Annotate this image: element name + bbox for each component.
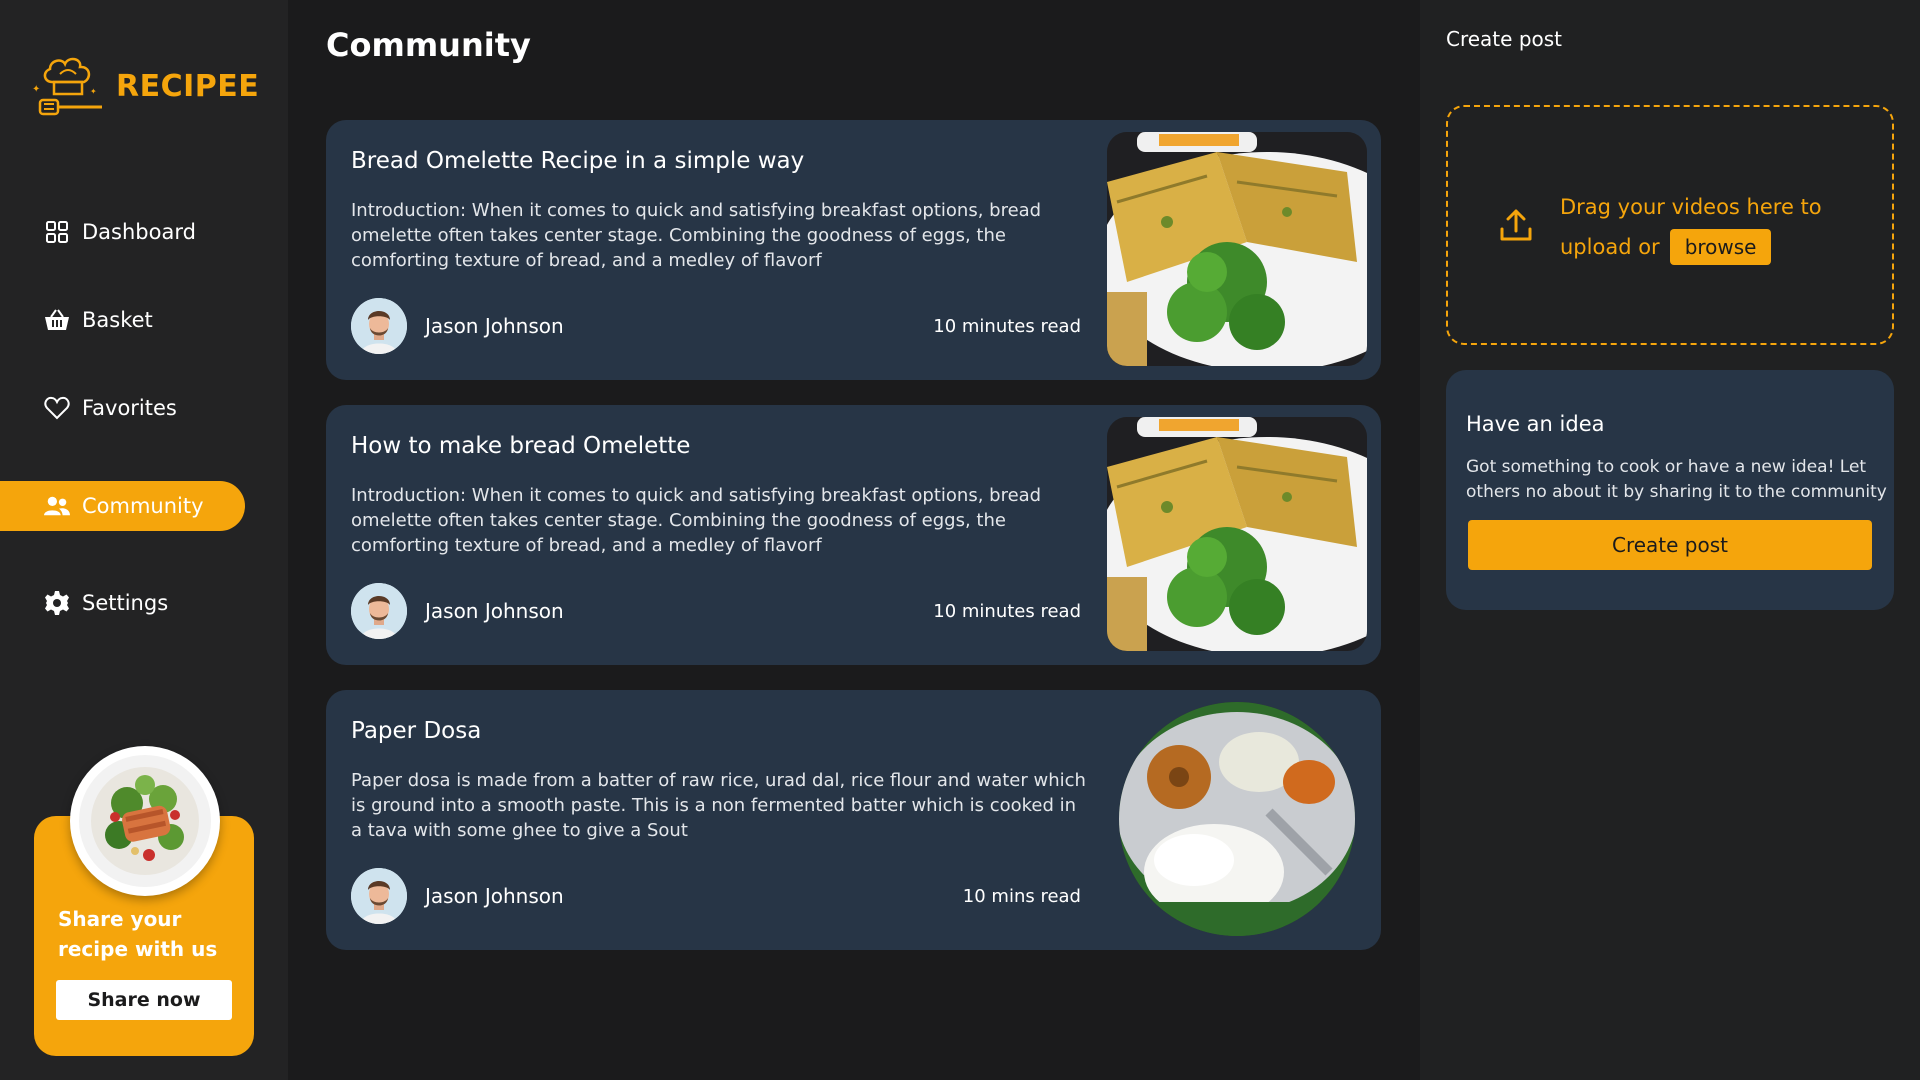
sidebar-item-favorites[interactable]: Favorites xyxy=(0,383,245,433)
post-author[interactable]: Jason Johnson xyxy=(351,298,564,354)
gear-icon xyxy=(44,590,70,616)
post-card[interactable]: Bread Omelette Recipe in a simple way In… xyxy=(326,120,1381,380)
post-title[interactable]: Paper Dosa xyxy=(351,718,481,744)
idea-description: Got something to cook or have a new idea… xyxy=(1466,457,1887,502)
sidebar-item-label: Basket xyxy=(82,308,153,332)
create-post-panel: Create post Drag your videos here to upl… xyxy=(1420,0,1920,1080)
post-excerpt: Introduction: When it comes to quick and… xyxy=(351,485,1042,556)
post-title[interactable]: How to make bread Omelette xyxy=(351,433,690,459)
read-time: 10 minutes read xyxy=(933,316,1081,337)
avatar xyxy=(351,868,407,924)
heart-icon xyxy=(44,395,70,421)
idli-vada-plate-image xyxy=(1119,702,1355,936)
sidebar-item-dashboard[interactable]: Dashboard xyxy=(0,207,245,257)
read-time: 10 minutes read xyxy=(933,601,1081,622)
brand-name: RECIPEE xyxy=(116,68,260,104)
avatar xyxy=(351,583,407,639)
post-excerpt: Introduction: When it comes to quick and… xyxy=(351,200,1042,271)
read-time: 10 mins read xyxy=(962,886,1081,907)
sidebar-item-label: Favorites xyxy=(82,396,177,420)
bread-omelette-image xyxy=(1107,132,1367,366)
post-author[interactable]: Jason Johnson xyxy=(351,583,564,639)
salmon-salad-plate-image xyxy=(70,746,220,896)
promo-text: Share your recipe with us xyxy=(58,907,218,961)
sidebar-item-label: Dashboard xyxy=(82,220,196,244)
sidebar-item-label: Community xyxy=(82,494,204,518)
bread-omelette-image xyxy=(1107,417,1367,651)
post-card[interactable]: Paper Dosa Paper dosa is made from a bat… xyxy=(326,690,1381,950)
author-name: Jason Johnson xyxy=(425,599,564,623)
idea-title: Have an idea xyxy=(1466,412,1605,436)
app: ✦ ✦ RECIPEE Dashboard Basket Favorites C… xyxy=(0,0,1920,1080)
panel-title: Create post xyxy=(1446,27,1563,51)
page-title: Community xyxy=(326,26,531,64)
post-excerpt: Paper dosa is made from a batter of raw … xyxy=(351,770,1086,841)
sidebar: ✦ ✦ RECIPEE Dashboard Basket Favorites C… xyxy=(0,0,288,1080)
upload-icon xyxy=(1500,209,1532,241)
dropzone-instructions: Drag your videos here to upload or browse xyxy=(1560,187,1860,267)
avatar xyxy=(351,298,407,354)
chef-hat-logo-icon: ✦ ✦ xyxy=(32,57,102,116)
sidebar-item-basket[interactable]: Basket xyxy=(0,295,245,345)
have-an-idea-card: Have an idea Got something to cook or ha… xyxy=(1446,370,1894,610)
grid-icon xyxy=(44,219,70,245)
share-now-button[interactable]: Share now xyxy=(56,980,232,1020)
browse-button[interactable]: browse xyxy=(1669,229,1772,265)
sidebar-item-label: Settings xyxy=(82,591,169,615)
svg-text:✦: ✦ xyxy=(90,87,97,96)
post-author[interactable]: Jason Johnson xyxy=(351,868,564,924)
create-post-button[interactable]: Create post xyxy=(1468,520,1872,570)
svg-text:✦: ✦ xyxy=(32,84,40,95)
sidebar-item-settings[interactable]: Settings xyxy=(0,578,245,628)
community-feed: Community Bread Omelette Recipe in a sim… xyxy=(288,0,1420,1080)
post-title[interactable]: Bread Omelette Recipe in a simple way xyxy=(351,148,804,174)
post-card[interactable]: How to make bread Omelette Introduction:… xyxy=(326,405,1381,665)
author-name: Jason Johnson xyxy=(425,314,564,338)
logo[interactable]: ✦ ✦ RECIPEE xyxy=(30,52,259,120)
users-icon xyxy=(44,493,70,519)
author-name: Jason Johnson xyxy=(425,884,564,908)
video-upload-dropzone[interactable]: Drag your videos here to upload or browse xyxy=(1446,105,1894,345)
basket-icon xyxy=(44,307,70,333)
sidebar-item-community[interactable]: Community xyxy=(0,481,245,531)
share-recipe-promo: Share your recipe with us Share now xyxy=(34,746,254,1056)
